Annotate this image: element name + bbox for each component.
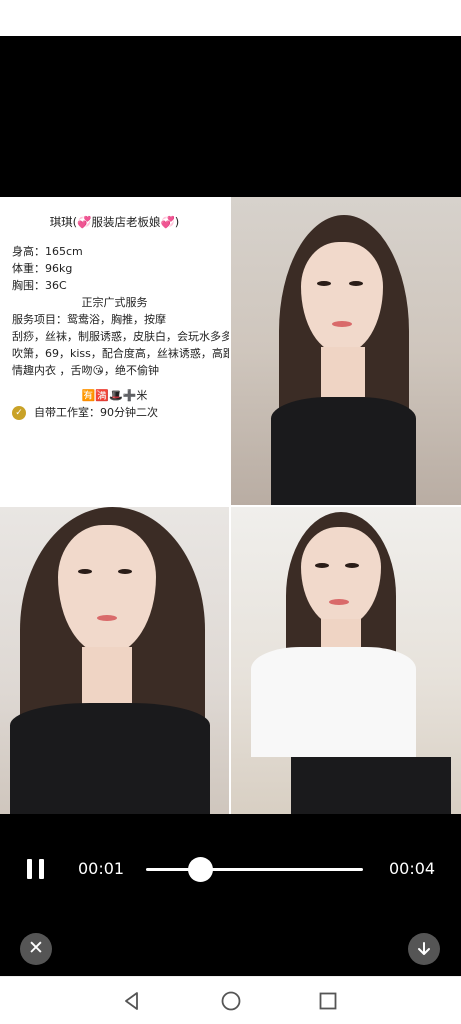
studio-text: 自带工作室：90分钟二次 [34,406,158,419]
download-icon[interactable] [408,933,440,965]
video-controls: 00:01 00:04 [0,845,461,895]
video-frame[interactable]: 琪琪(💞服装店老板娘💞) 身高：165cm 体重：96kg 胸围：36C 正宗广… [0,197,461,814]
pause-icon[interactable] [22,856,50,884]
collage-divider-horizontal [0,505,461,507]
emoji-row: 🈶🈵🎩➕米 [81,389,148,402]
photo-bottom-right [231,507,461,814]
close-icon[interactable]: ✕ [20,933,52,965]
service-line: 刮痧，丝袜，制服诱惑，皮肤白，会玩水多多 [12,330,232,343]
seek-bar[interactable] [146,868,363,871]
home-circle-icon[interactable] [219,989,243,1013]
service-header: 正宗广式服务 [81,296,148,309]
service-line: 吹箫，69，kiss，配合度高，丝袜诱惑，高跟 [12,347,234,360]
photo-top-right [231,197,461,505]
poster-title: 琪琪(💞服装店老板娘💞) [49,215,180,229]
system-nav-bar [0,976,461,1024]
photo-bottom-left [0,507,229,814]
total-time: 00:04 [389,859,436,878]
service-list: 服务项目：鸳鸯浴，胸推，按摩 刮痧，丝袜，制服诱惑，皮肤白，会玩水多多 吹箫，6… [12,311,234,379]
bust-text: 胸围：36C [12,279,67,292]
check-circle-icon: ✓ [12,405,26,420]
service-line: 情趣内衣 ，舌吻😘，绝不偷钟 [12,364,159,377]
service-line: 服务项目：鸳鸯浴，胸推，按摩 [12,313,166,326]
weight-text: 体重：96kg [12,262,73,275]
current-time: 00:01 [78,859,125,878]
back-triangle-icon[interactable] [120,989,144,1013]
seek-thumb[interactable] [187,857,213,882]
status-bar [0,0,461,36]
recent-square-icon[interactable] [316,989,340,1013]
poster-text-panel: 琪琪(💞服装店老板娘💞) 身高：165cm 体重：96kg 胸围：36C 正宗广… [0,197,234,505]
studio-row: ✓ 自带工作室：90分钟二次 [12,404,217,421]
height-text: 身高：165cm [12,245,83,258]
